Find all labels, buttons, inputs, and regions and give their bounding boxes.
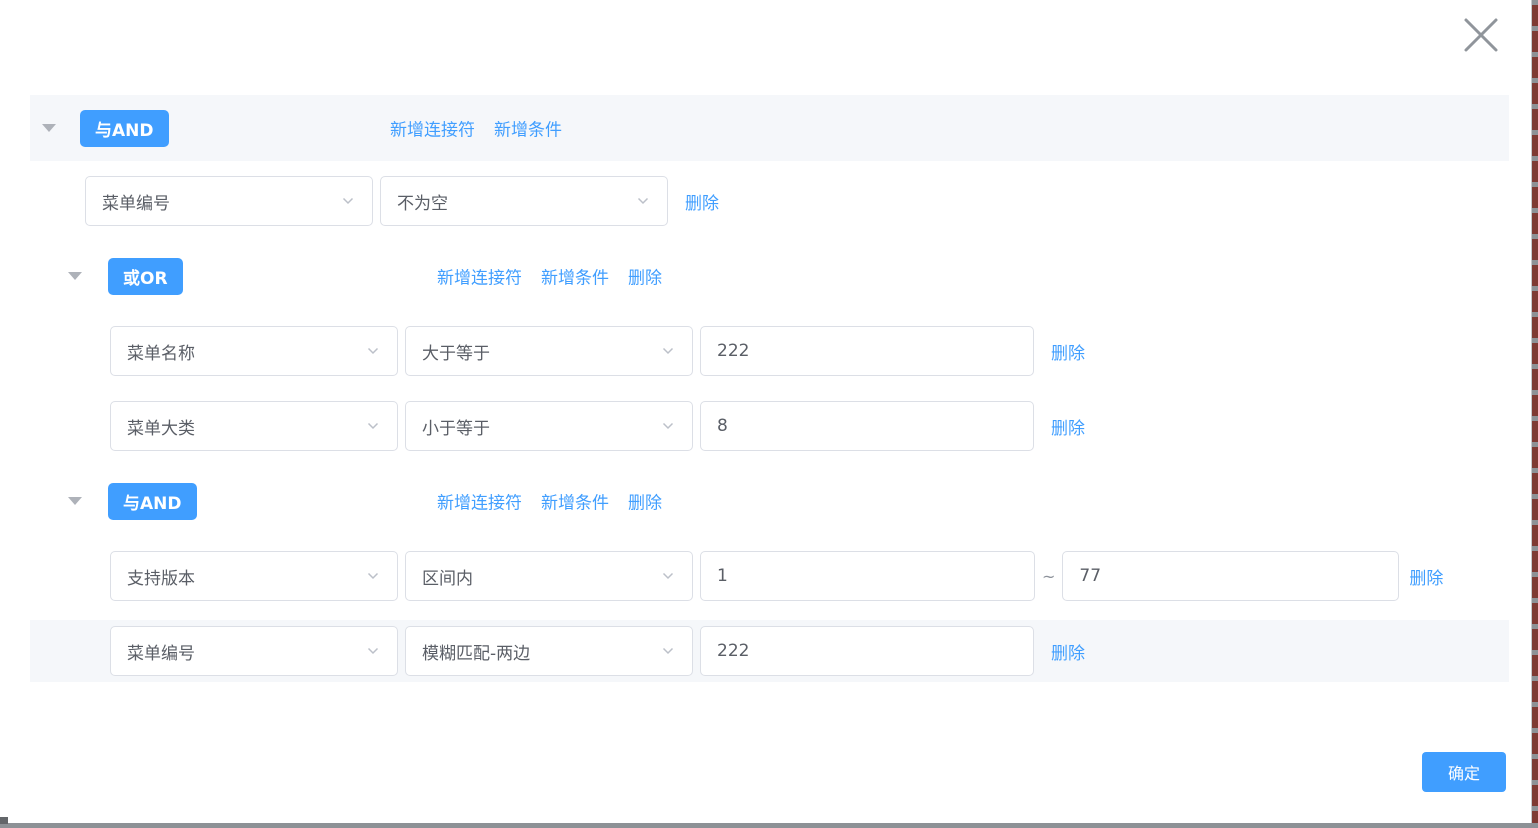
chevron-down-icon	[365, 643, 381, 659]
delete-connector-link[interactable]: 删除	[628, 489, 662, 514]
operator-select-value: 大于等于	[422, 339, 652, 364]
close-icon[interactable]	[1463, 17, 1499, 53]
operator-select[interactable]: 小于等于	[405, 401, 693, 451]
field-select[interactable]: 支持版本	[110, 551, 398, 601]
field-select[interactable]: 菜单编号	[110, 626, 398, 676]
field-select-value: 菜单大类	[127, 414, 357, 439]
page-edge-dashed-strip	[1531, 0, 1538, 828]
value-input[interactable]	[700, 326, 1034, 376]
delete-condition-link[interactable]: 删除	[1051, 639, 1085, 664]
confirm-button[interactable]: 确定	[1422, 752, 1506, 792]
chevron-down-icon	[340, 193, 356, 209]
chevron-down-icon	[660, 418, 676, 434]
chevron-down-icon	[635, 193, 651, 209]
add-condition-link[interactable]: 新增条件	[494, 116, 562, 141]
connector-row-root: 与AND 新增连接符 新增条件	[30, 95, 1509, 161]
operator-select[interactable]: 大于等于	[405, 326, 693, 376]
value-input[interactable]	[700, 626, 1034, 676]
window-bottom-border	[0, 823, 1538, 828]
chevron-down-icon	[660, 568, 676, 584]
condition-row: 支持版本 区间内 ~ 删除	[110, 551, 1443, 601]
field-select[interactable]: 菜单编号	[85, 176, 373, 226]
field-select-value: 菜单名称	[127, 339, 357, 364]
delete-connector-link[interactable]: 删除	[628, 264, 662, 289]
connector-type-badge[interactable]: 或OR	[108, 258, 183, 295]
window-corner-notch	[0, 817, 8, 824]
connector-type-badge[interactable]: 与AND	[80, 110, 169, 147]
condition-row: 菜单名称 大于等于 删除	[110, 326, 1085, 376]
add-condition-link[interactable]: 新增条件	[541, 264, 609, 289]
add-connector-link[interactable]: 新增连接符	[390, 116, 475, 141]
condition-row: 菜单大类 小于等于 删除	[110, 401, 1085, 451]
collapse-caret-icon[interactable]	[68, 497, 82, 505]
operator-select[interactable]: 模糊匹配-两边	[405, 626, 693, 676]
add-connector-link[interactable]: 新增连接符	[437, 264, 522, 289]
operator-select-value: 不为空	[397, 189, 627, 214]
operator-select[interactable]: 区间内	[405, 551, 693, 601]
field-select-value: 支持版本	[127, 564, 357, 589]
field-select[interactable]: 菜单大类	[110, 401, 398, 451]
connector-actions: 新增连接符 新增条件 删除	[437, 489, 662, 514]
field-select-value: 菜单编号	[127, 639, 357, 664]
operator-select-value: 模糊匹配-两边	[422, 639, 652, 664]
operator-select-value: 区间内	[422, 564, 652, 589]
connector-actions: 新增连接符 新增条件 删除	[437, 264, 662, 289]
delete-condition-link[interactable]: 删除	[1409, 564, 1443, 589]
connector-row-or: 或OR 新增连接符 新增条件 删除	[30, 251, 1509, 301]
delete-condition-link[interactable]: 删除	[1051, 414, 1085, 439]
connector-type-badge[interactable]: 与AND	[108, 483, 197, 520]
field-select-value: 菜单编号	[102, 189, 332, 214]
chevron-down-icon	[365, 418, 381, 434]
chevron-down-icon	[660, 343, 676, 359]
delete-condition-link[interactable]: 删除	[685, 189, 719, 214]
value-input[interactable]	[700, 401, 1034, 451]
range-from-input[interactable]	[700, 551, 1035, 601]
range-to-input[interactable]	[1062, 551, 1399, 601]
filter-condition-dialog: 与AND 新增连接符 新增条件 菜单编号 不为空 删除 或OR 新增连接符 新增…	[0, 0, 1538, 828]
connector-row-and: 与AND 新增连接符 新增条件 删除	[30, 476, 1509, 526]
connector-actions: 新增连接符 新增条件	[390, 116, 562, 141]
range-separator: ~	[1042, 567, 1055, 586]
collapse-caret-icon[interactable]	[68, 272, 82, 280]
condition-row: 菜单编号 不为空 删除	[85, 176, 719, 226]
operator-select[interactable]: 不为空	[380, 176, 668, 226]
add-connector-link[interactable]: 新增连接符	[437, 489, 522, 514]
delete-condition-link[interactable]: 删除	[1051, 339, 1085, 364]
chevron-down-icon	[365, 568, 381, 584]
chevron-down-icon	[660, 643, 676, 659]
operator-select-value: 小于等于	[422, 414, 652, 439]
add-condition-link[interactable]: 新增条件	[541, 489, 609, 514]
condition-row: 菜单编号 模糊匹配-两边 删除	[110, 626, 1085, 676]
chevron-down-icon	[365, 343, 381, 359]
field-select[interactable]: 菜单名称	[110, 326, 398, 376]
collapse-caret-icon[interactable]	[42, 124, 56, 132]
